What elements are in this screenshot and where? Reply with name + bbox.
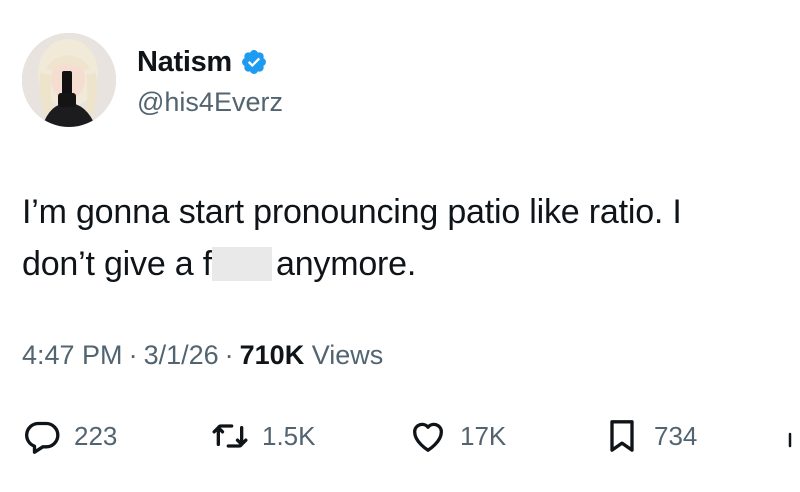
bookmark-icon xyxy=(602,416,642,456)
views-count: 710K xyxy=(239,340,305,370)
redaction-block xyxy=(212,247,272,281)
tweet-time[interactable]: 4:47 PM xyxy=(22,340,123,370)
tweet-text-part2: anymore. xyxy=(276,245,417,283)
display-name[interactable]: Natism xyxy=(137,46,232,79)
user-handle[interactable]: @his4Everz xyxy=(137,87,283,118)
share-icon xyxy=(786,416,800,456)
tweet-date[interactable]: 3/1/26 xyxy=(144,340,219,370)
tweet-meta: 4:47 PM · 3/1/26 · 710K Views xyxy=(22,340,383,371)
bookmark-button[interactable]: 734 xyxy=(602,408,697,464)
action-bar: 223 1.5K 17K 734 xyxy=(0,408,800,464)
meta-separator: · xyxy=(128,340,138,370)
views-label: Views xyxy=(311,340,384,370)
reply-button[interactable]: 223 xyxy=(22,408,117,464)
retweet-icon xyxy=(210,416,250,456)
tweet-text: I’m gonna start pronouncing patio like r… xyxy=(22,186,762,290)
reply-icon xyxy=(22,416,62,456)
avatar-image xyxy=(22,33,116,127)
like-button[interactable]: 17K xyxy=(408,408,506,464)
retweet-count: 1.5K xyxy=(262,420,316,451)
tweet: Natism @his4Everz I’m gonna start pronou… xyxy=(0,0,800,492)
verified-badge-icon xyxy=(240,48,268,76)
like-count: 17K xyxy=(460,420,507,451)
heart-icon xyxy=(408,416,448,456)
bookmark-count: 734 xyxy=(654,420,698,451)
avatar[interactable] xyxy=(22,33,116,127)
meta-separator: · xyxy=(224,340,234,370)
reply-count: 223 xyxy=(74,420,118,451)
author-name-row: Natism xyxy=(137,44,268,80)
retweet-button[interactable]: 1.5K xyxy=(210,408,316,464)
share-button[interactable] xyxy=(786,408,800,464)
